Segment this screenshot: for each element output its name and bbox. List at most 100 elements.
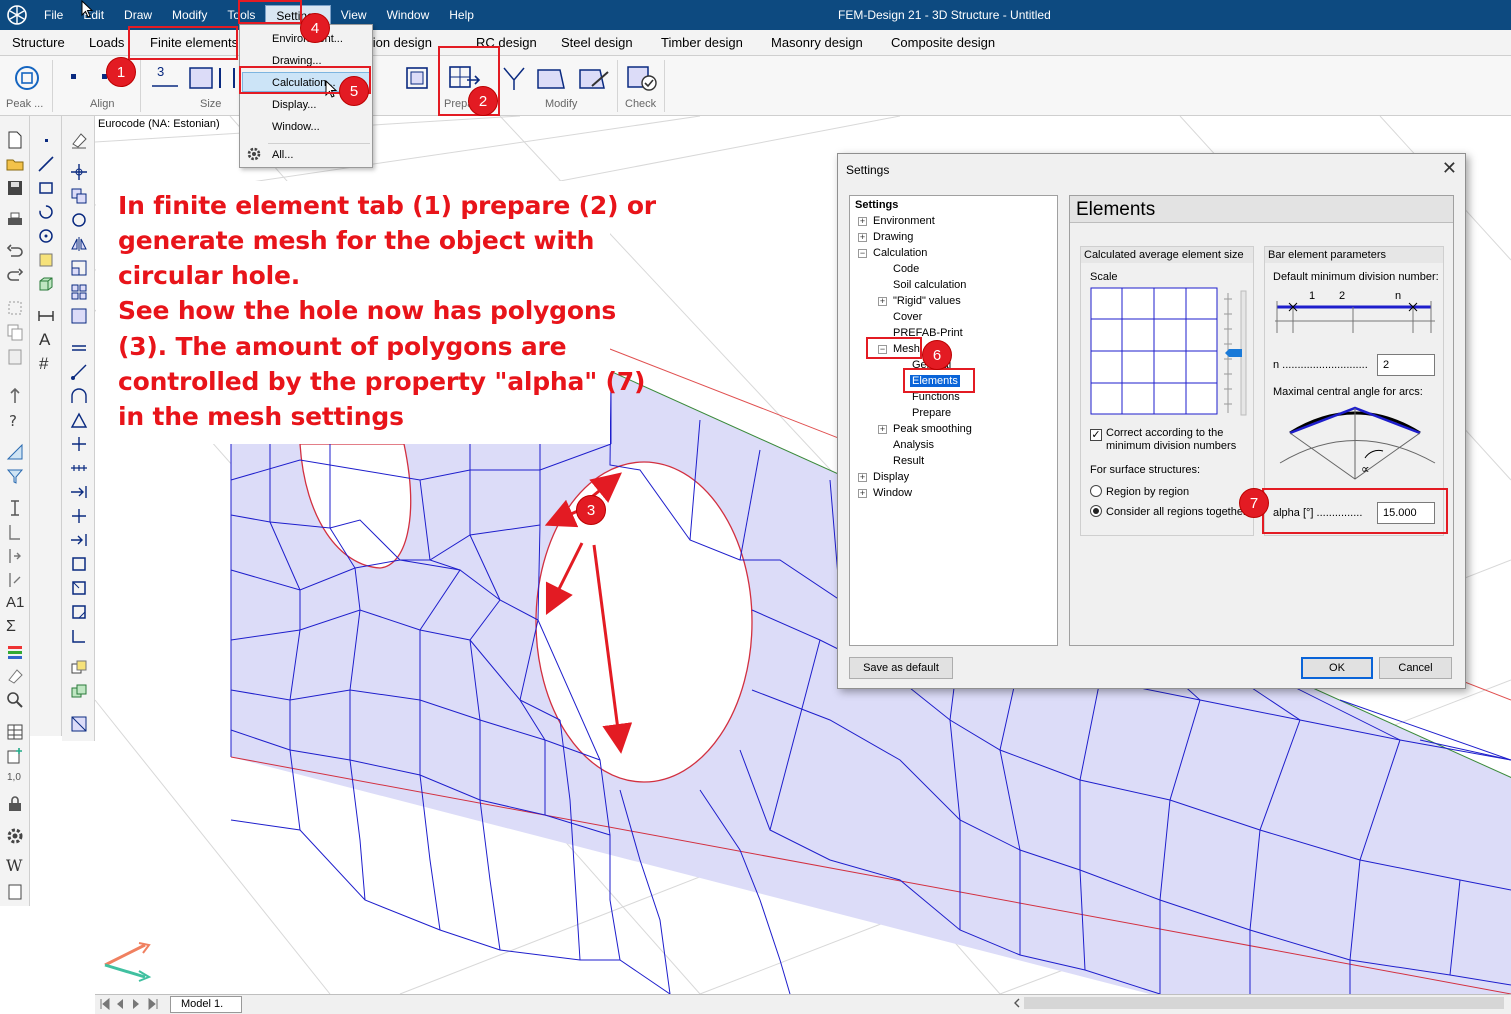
modify-mesh-icons[interactable] bbox=[500, 64, 615, 92]
tree-item-analysis[interactable]: Analysis bbox=[893, 439, 934, 451]
expand-icon[interactable]: + bbox=[878, 297, 887, 306]
tree-item-window[interactable]: Window bbox=[873, 487, 912, 499]
document-icon[interactable] bbox=[5, 882, 25, 902]
open-folder-icon[interactable] bbox=[5, 154, 25, 174]
tab-composite-design[interactable]: Composite design bbox=[891, 35, 995, 50]
save-as-default-button[interactable]: Save as default bbox=[849, 657, 953, 679]
redo-icon[interactable] bbox=[5, 266, 25, 286]
expand-icon[interactable]: + bbox=[858, 473, 867, 482]
mirror-icon[interactable] bbox=[69, 234, 89, 254]
stretch-icon[interactable] bbox=[69, 482, 89, 502]
array-icon[interactable] bbox=[69, 282, 89, 302]
box-icon[interactable] bbox=[36, 274, 56, 294]
app-logo-icon[interactable] bbox=[6, 4, 28, 26]
cut-icon[interactable] bbox=[5, 298, 25, 318]
collapse-icon[interactable]: − bbox=[858, 249, 867, 258]
level-icon[interactable] bbox=[5, 546, 25, 566]
filter-icon[interactable] bbox=[5, 466, 25, 486]
tab-steel-design[interactable]: Steel design bbox=[561, 35, 633, 50]
check-mesh-icon[interactable] bbox=[625, 64, 659, 92]
chamfer-icon[interactable] bbox=[69, 410, 89, 430]
scale-icon[interactable] bbox=[69, 258, 89, 278]
close-icon[interactable]: ✕ bbox=[1442, 158, 1457, 179]
menu-window[interactable]: Window bbox=[377, 8, 440, 22]
expand-icon[interactable]: + bbox=[858, 217, 867, 226]
ungroup-icon[interactable] bbox=[69, 682, 89, 702]
expand-icon[interactable]: + bbox=[858, 489, 867, 498]
explode-icon[interactable] bbox=[69, 306, 89, 326]
tab-structure[interactable]: Structure bbox=[12, 35, 65, 50]
region-cut-icon[interactable] bbox=[69, 602, 89, 622]
parallel-icon[interactable] bbox=[69, 338, 89, 358]
fillet-icon[interactable] bbox=[69, 386, 89, 406]
copy-icon[interactable] bbox=[5, 322, 25, 342]
n-input[interactable]: 2 bbox=[1377, 354, 1435, 376]
arc-icon[interactable] bbox=[36, 202, 56, 222]
tree-item-result[interactable]: Result bbox=[893, 455, 924, 467]
tree-item-prepare[interactable]: Prepare bbox=[912, 407, 951, 419]
menu-draw[interactable]: Draw bbox=[114, 8, 162, 22]
text-cursor-icon[interactable] bbox=[5, 498, 25, 518]
trim-icon[interactable] bbox=[69, 530, 89, 550]
expand-icon[interactable]: + bbox=[858, 233, 867, 242]
region-edit-icon[interactable] bbox=[69, 554, 89, 574]
tab-timber-design[interactable]: Timber design bbox=[661, 35, 743, 50]
align-axis-icon[interactable] bbox=[69, 626, 89, 646]
peak-icon[interactable] bbox=[13, 64, 41, 92]
dimension-icon[interactable] bbox=[5, 522, 25, 542]
table-icon[interactable] bbox=[5, 722, 25, 742]
copy-object-icon[interactable] bbox=[69, 186, 89, 206]
section-icon[interactable] bbox=[69, 714, 89, 734]
menu-help[interactable]: Help bbox=[439, 8, 484, 22]
menu-file[interactable]: File bbox=[34, 8, 73, 22]
circle-icon[interactable] bbox=[36, 226, 56, 246]
menu-view[interactable]: View bbox=[331, 8, 377, 22]
tab-loads[interactable]: Loads bbox=[89, 35, 124, 50]
point-icon[interactable] bbox=[36, 130, 56, 150]
expand-icon[interactable]: + bbox=[878, 425, 887, 434]
divide-icon[interactable] bbox=[69, 458, 89, 478]
move-icon[interactable] bbox=[69, 162, 89, 182]
tree-item-code[interactable]: Code bbox=[893, 263, 919, 275]
layers-icon[interactable] bbox=[5, 642, 25, 662]
tree-item-drawing[interactable]: Drawing bbox=[873, 231, 913, 243]
new-file-icon[interactable] bbox=[5, 130, 25, 150]
group-icon[interactable] bbox=[69, 658, 89, 678]
word-icon[interactable]: W bbox=[6, 856, 26, 876]
menu-item-window[interactable]: Window... bbox=[272, 121, 320, 133]
lock-icon[interactable] bbox=[5, 794, 25, 814]
zoom-icon[interactable] bbox=[5, 690, 25, 710]
print-icon[interactable] bbox=[5, 210, 25, 230]
rotate-icon[interactable] bbox=[69, 210, 89, 230]
menu-modify[interactable]: Modify bbox=[162, 8, 217, 22]
menu-item-display[interactable]: Display... bbox=[272, 99, 316, 111]
gear-icon[interactable] bbox=[5, 826, 25, 846]
scroll-left-icon[interactable] bbox=[1012, 997, 1022, 1009]
tree-item-cover[interactable]: Cover bbox=[893, 311, 922, 323]
region-corner-icon[interactable] bbox=[69, 578, 89, 598]
measure-icon[interactable] bbox=[5, 442, 25, 462]
numbering-icon[interactable]: A1 bbox=[6, 594, 26, 614]
undo-icon[interactable] bbox=[5, 242, 25, 262]
dimension-line-icon[interactable] bbox=[36, 306, 56, 326]
split-icon[interactable] bbox=[69, 506, 89, 526]
tree-item-soil-calculation[interactable]: Soil calculation bbox=[893, 279, 966, 291]
horizontal-scrollbar[interactable] bbox=[1024, 997, 1504, 1009]
tree-item-peak-smoothing[interactable]: Peak smoothing bbox=[893, 423, 972, 435]
ok-button[interactable]: OK bbox=[1301, 657, 1373, 679]
tab-masonry-design[interactable]: Masonry design bbox=[771, 35, 863, 50]
region-by-region-radio[interactable] bbox=[1090, 485, 1102, 497]
cancel-button[interactable]: Cancel bbox=[1379, 657, 1452, 679]
region-icon[interactable] bbox=[36, 250, 56, 270]
pointer-up-icon[interactable] bbox=[5, 386, 25, 406]
erase-icon[interactable] bbox=[69, 130, 89, 150]
save-icon[interactable] bbox=[5, 178, 25, 198]
model-sheet-tab[interactable]: Model 1. bbox=[170, 996, 242, 1013]
line-icon[interactable] bbox=[36, 154, 56, 174]
correct-division-checkbox[interactable]: ✓ bbox=[1090, 429, 1102, 441]
size-tools-icon[interactable] bbox=[148, 64, 238, 94]
all-regions-radio[interactable] bbox=[1090, 505, 1102, 517]
rectangle-icon[interactable] bbox=[36, 178, 56, 198]
mesh-rect-icon[interactable] bbox=[403, 64, 431, 92]
break-icon[interactable] bbox=[69, 434, 89, 454]
